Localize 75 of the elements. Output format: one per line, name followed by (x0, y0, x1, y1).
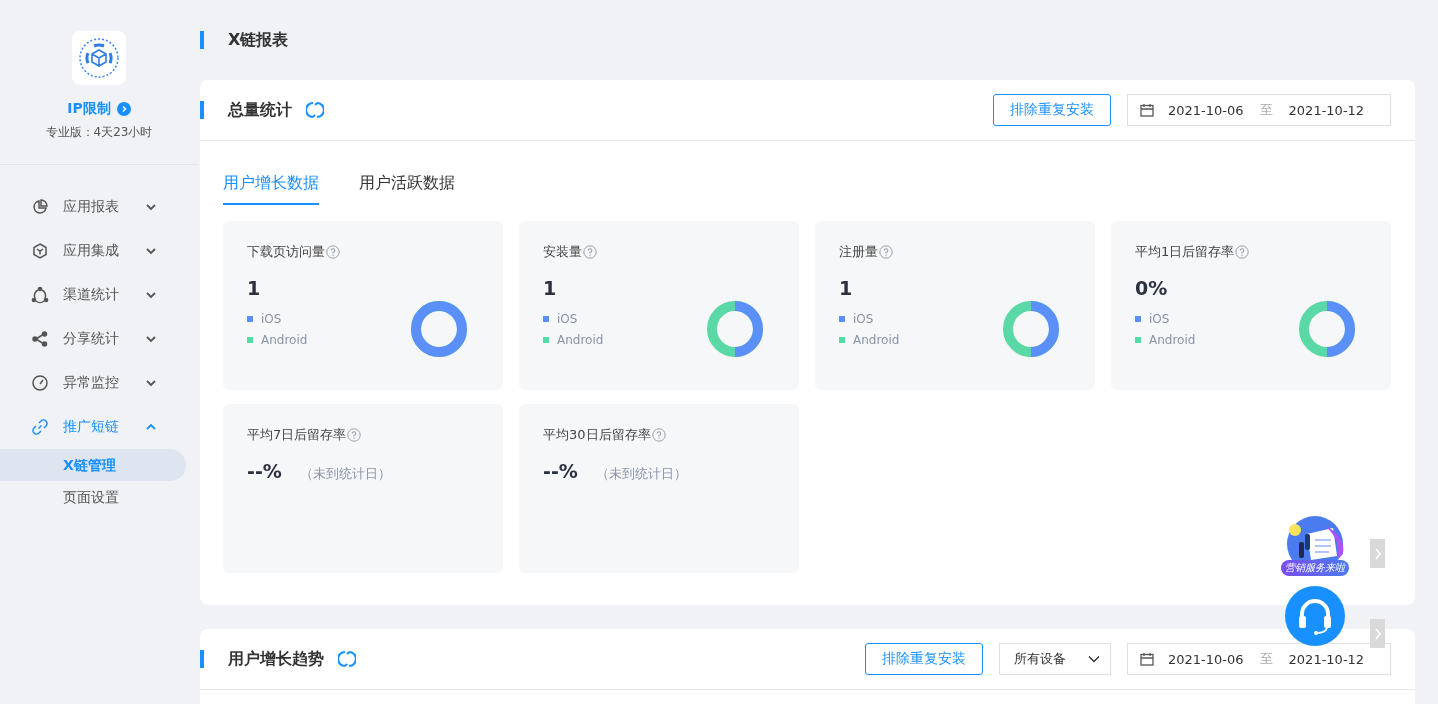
date-range-picker[interactable]: 2021-10-06 至 2021-10-12 (1127, 643, 1391, 675)
stat-note: （未到统计日） (299, 465, 391, 483)
legend-label: Android (853, 332, 900, 347)
donut-chart (1299, 301, 1355, 357)
cube-logo-icon (78, 37, 120, 79)
help-icon[interactable] (347, 428, 362, 442)
date-range-picker[interactable]: 2021-10-06 至 2021-10-12 (1127, 94, 1391, 126)
refresh-icon[interactable] (306, 101, 324, 119)
help-icon[interactable] (651, 428, 666, 442)
page-title: X链报表 (228, 29, 289, 51)
section-title: 用户增长趋势 (228, 648, 324, 670)
headset-icon[interactable] (1285, 586, 1345, 646)
chevron-down-icon (146, 203, 156, 211)
submenu-item[interactable]: 页面设置 (0, 481, 186, 513)
plan-info: 专业版：4天23小时 (45, 124, 153, 141)
legend-label: iOS (1149, 311, 1170, 326)
promo-badge[interactable]: 营销服务来啦 (1280, 516, 1350, 576)
stat-value: 0% (1135, 277, 1168, 299)
legend-label: Android (261, 332, 308, 347)
pie-chart-icon (31, 198, 49, 216)
end-date: 2021-10-12 (1288, 102, 1365, 118)
menu-item[interactable]: 应用集成 (0, 229, 198, 273)
donut-chart (1003, 301, 1059, 357)
donut-chart (411, 301, 467, 357)
legend-label: iOS (261, 311, 282, 326)
chevron-right-icon[interactable] (1370, 539, 1385, 568)
chevron-down-icon (146, 335, 156, 343)
refresh-icon[interactable] (338, 650, 356, 668)
stat-label: 平均30日后留存率 (543, 426, 651, 444)
legend-label: iOS (557, 311, 578, 326)
menu-item[interactable]: 应用报表 (0, 185, 198, 229)
cube-icon (31, 242, 49, 260)
legend-label: iOS (853, 311, 874, 326)
range-separator: 至 (1259, 101, 1273, 119)
stat-value: --% (247, 460, 282, 482)
stat-label: 平均1日后留存率 (1135, 243, 1235, 261)
help-icon[interactable] (583, 245, 597, 259)
calendar-icon (1140, 103, 1154, 117)
chevron-down-icon (146, 247, 156, 255)
nodes-icon (31, 286, 49, 304)
help-icon[interactable] (879, 245, 893, 259)
chevron-down-icon (146, 291, 156, 299)
help-icon[interactable] (1235, 245, 1250, 259)
end-date: 2021-10-12 (1288, 651, 1365, 667)
stat-label: 注册量 (839, 243, 878, 261)
donut-chart (707, 301, 763, 357)
chevron-down-icon (1088, 655, 1100, 663)
stat-value: 1 (543, 277, 557, 299)
help-icon[interactable] (326, 245, 340, 259)
gauge-icon (31, 374, 49, 392)
section-title: 总量统计 (228, 99, 292, 121)
chevron-down-icon (146, 379, 156, 387)
calendar-icon (1140, 652, 1154, 666)
stat-label: 平均7日后留存率 (247, 426, 347, 444)
arrow-right-icon[interactable] (116, 102, 131, 116)
link-icon (31, 418, 49, 436)
chevron-up-icon (146, 423, 156, 431)
menu-item[interactable]: 异常监控 (0, 361, 198, 405)
share-icon (31, 330, 49, 348)
legend-label: Android (1149, 332, 1196, 347)
stat-note: （未到统计日） (595, 465, 687, 483)
range-separator: 至 (1259, 650, 1273, 668)
start-date: 2021-10-06 (1168, 651, 1244, 667)
stat-value: 1 (839, 277, 853, 299)
menu-item[interactable]: 渠道统计 (0, 273, 198, 317)
tab[interactable]: 用户活跃数据 (359, 173, 455, 205)
stat-label: 下载页访问量 (247, 243, 325, 261)
stat-label: 安装量 (543, 243, 582, 261)
stat-value: 1 (247, 277, 261, 299)
device-select[interactable]: 所有设备 (999, 643, 1111, 675)
chevron-right-icon[interactable] (1370, 619, 1385, 648)
menu-item[interactable]: 分享统计 (0, 317, 198, 361)
legend-label: Android (557, 332, 604, 347)
stat-value: --% (543, 460, 578, 482)
start-date: 2021-10-06 (1168, 102, 1244, 118)
